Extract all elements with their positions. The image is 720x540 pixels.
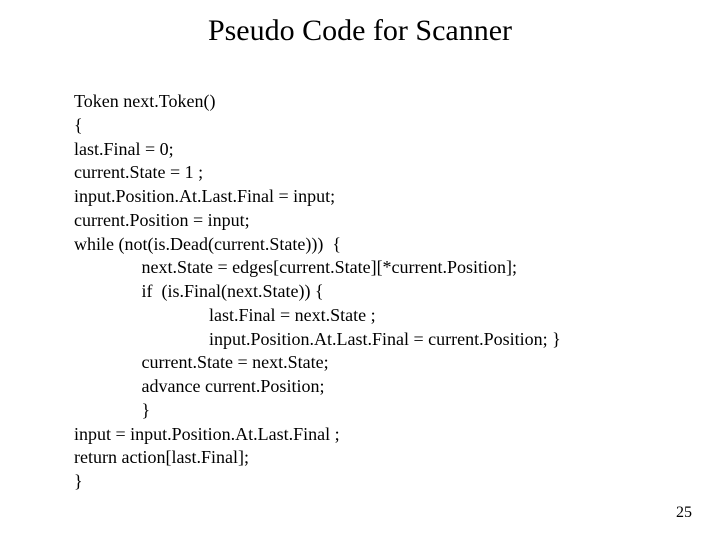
code-line: current.State = 1 ; bbox=[74, 162, 203, 182]
code-line: current.Position = input; bbox=[74, 210, 250, 230]
code-line: return action[last.Final]; bbox=[74, 447, 249, 467]
code-line: if (is.Final(next.State)) { bbox=[74, 281, 324, 301]
slide: Pseudo Code for Scanner Token next.Token… bbox=[0, 0, 720, 540]
page-number: 25 bbox=[676, 504, 692, 522]
code-line: next.State = edges[current.State][*curre… bbox=[74, 257, 517, 277]
code-line: } bbox=[74, 471, 83, 491]
code-line: Token next.Token() bbox=[74, 91, 215, 111]
code-line: current.State = next.State; bbox=[74, 352, 329, 372]
code-line: last.Final = next.State ; bbox=[74, 305, 376, 325]
code-line: } bbox=[74, 400, 150, 420]
code-line: while (not(is.Dead(current.State))) { bbox=[74, 234, 341, 254]
code-line: advance current.Position; bbox=[74, 376, 324, 396]
code-line: input = input.Position.At.Last.Final ; bbox=[74, 424, 340, 444]
code-line: last.Final = 0; bbox=[74, 139, 174, 159]
code-line: { bbox=[74, 115, 83, 135]
slide-title: Pseudo Code for Scanner bbox=[0, 0, 720, 48]
code-line: input.Position.At.Last.Final = current.P… bbox=[74, 329, 561, 349]
code-line: input.Position.At.Last.Final = input; bbox=[74, 186, 335, 206]
pseudo-code-block: Token next.Token() { last.Final = 0; cur… bbox=[74, 90, 561, 494]
